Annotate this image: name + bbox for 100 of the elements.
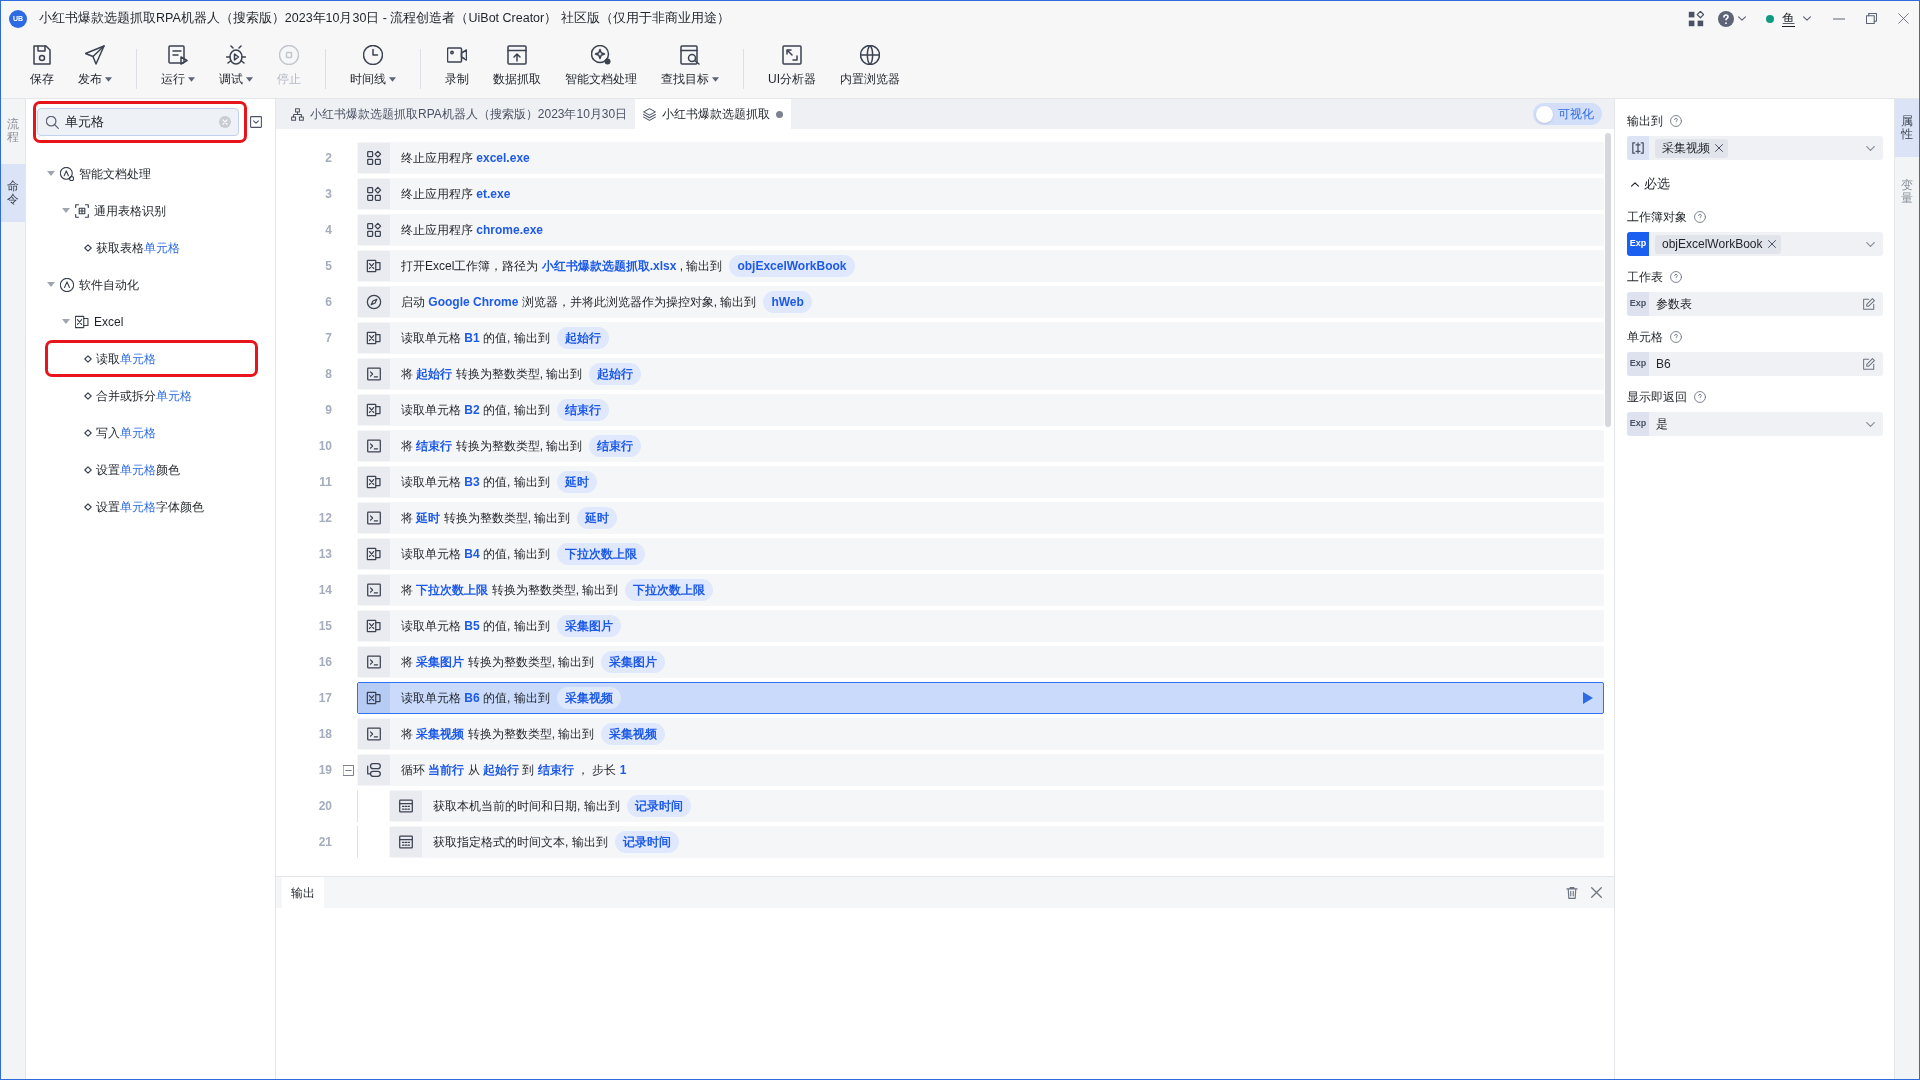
debug-button[interactable]: 调试 (207, 45, 265, 87)
command-row[interactable]: 获取指定格式的时间文本, 输出到 记录时间 (389, 826, 1604, 858)
tree-item[interactable]: 智能文档处理 (26, 155, 275, 192)
command-row[interactable]: 将 延时 转换为整数类型, 输出到 延时 (357, 502, 1604, 534)
field-value: 参数表 (1656, 296, 1692, 313)
help-icon[interactable] (1694, 211, 1706, 223)
side-tab[interactable]: 属性 (1895, 99, 1919, 157)
document-button[interactable]: 智能文档处理 (553, 45, 649, 87)
command-row[interactable]: 终止应用程序 chrome.exe (357, 214, 1604, 246)
select-field[interactable]: Exp objExcelWorkBook (1627, 232, 1883, 256)
command-row[interactable]: 将 结束行 转换为整数类型, 输出到 结束行 (357, 430, 1604, 462)
command-row[interactable]: 读取单元格 B5 的值, 输出到 采集图片 (357, 610, 1604, 642)
command-row[interactable]: 终止应用程序 et.exe (357, 178, 1604, 210)
save-button[interactable]: 保存 (18, 45, 66, 87)
user-menu-button[interactable]: 鱼 (1766, 8, 1811, 29)
command-row[interactable]: 终止应用程序 excel.exe (357, 142, 1604, 174)
section-header[interactable]: 必选 (1627, 174, 1670, 194)
tree-item[interactable]: 读取单元格 (45, 340, 258, 377)
editor-tab[interactable]: 小红书爆款选题抓取 (635, 99, 792, 129)
command-row[interactable]: 循环 当前行 从 起始行 到 结束行 ， 步长 1 (357, 754, 1604, 786)
close-icon (1897, 13, 1909, 24)
tree-item[interactable]: 合并或拆分单元格 (45, 377, 258, 414)
edit-icon[interactable] (1863, 358, 1875, 370)
trash-icon[interactable] (1566, 886, 1578, 899)
chevron-box-icon[interactable] (250, 116, 262, 128)
command-row[interactable]: 读取单元格 B6 的值, 输出到 采集视频 (357, 682, 1604, 714)
tree-item[interactable]: 写入单元格 (45, 414, 258, 451)
variable-tag: 结束行 (556, 399, 609, 421)
variable-select-field[interactable]: 采集视频 (1627, 136, 1883, 160)
scrollbar[interactable] (1605, 133, 1611, 427)
visual-toggle[interactable]: 可视化 (1533, 103, 1602, 125)
caret-down-icon (188, 76, 195, 82)
chevron-down-icon[interactable] (1866, 421, 1875, 427)
command-text: 启动 Google Chrome 浏览器，并将此浏览器作为操控对象, 输出到 (401, 294, 757, 311)
caret-down-icon (47, 171, 55, 176)
field-label: 工作表 (1627, 269, 1663, 286)
tree-item[interactable]: 设置单元格颜色 (45, 451, 258, 488)
browser-button[interactable]: 内置浏览器 (828, 45, 912, 87)
chevron-down-icon[interactable] (1866, 145, 1875, 151)
tree-item[interactable]: 软件自动化 (26, 266, 275, 303)
editor-tab[interactable]: 小红书爆款选题抓取RPA机器人（搜索版）2023年10月30日 (283, 99, 636, 129)
help-icon[interactable] (1670, 115, 1682, 127)
x-icon[interactable] (1715, 144, 1723, 152)
text-field[interactable]: Exp B6 (1627, 352, 1883, 376)
command-row[interactable]: 获取本机当前的时间和日期, 输出到 记录时间 (389, 790, 1604, 822)
help-menu-button[interactable] (1718, 10, 1746, 27)
command-row[interactable]: 启动 Google Chrome 浏览器，并将此浏览器作为操控对象, 输出到 hWeb (357, 286, 1604, 318)
edit-icon[interactable] (1863, 298, 1875, 310)
variable-tag: 下拉次数上限 (556, 543, 645, 565)
side-tab[interactable]: 命令 (1, 164, 25, 222)
exp-badge[interactable]: Exp (1627, 352, 1649, 376)
command-row[interactable]: 读取单元格 B2 的值, 输出到 结束行 (357, 394, 1604, 426)
command-row[interactable]: 将 下拉次数上限 转换为整数类型, 输出到 下拉次数上限 (357, 574, 1604, 606)
play-icon[interactable] (1583, 692, 1593, 704)
x-icon[interactable] (1767, 240, 1776, 248)
help-icon[interactable] (1670, 331, 1682, 343)
command-row[interactable]: 读取单元格 B3 的值, 输出到 延时 (357, 466, 1604, 498)
panel-tab[interactable]: 输出 (282, 877, 324, 908)
table-frame-icon (75, 203, 89, 218)
tree-item[interactable]: Excel (26, 303, 275, 340)
variable-tag: 采集图片 (601, 651, 666, 673)
line-number: 7 (324, 330, 333, 347)
run-button[interactable]: 运行 (149, 45, 207, 87)
value-tag[interactable]: objExcelWorkBook (1655, 234, 1781, 254)
tree-item[interactable]: 设置单元格字体颜色 (45, 488, 258, 525)
publish-button[interactable]: 发布 (66, 45, 124, 87)
diamond-icon (84, 428, 92, 437)
timeline-button[interactable]: 时间线 (338, 45, 408, 87)
command-row[interactable]: 将 采集图片 转换为整数类型, 输出到 采集图片 (357, 646, 1604, 678)
tree-item[interactable]: 获取表格单元格 (45, 229, 258, 266)
exp-badge[interactable]: Exp (1627, 232, 1649, 256)
close-icon[interactable] (1591, 887, 1602, 898)
record-button[interactable]: 录制 (433, 45, 481, 87)
help-icon[interactable] (1694, 391, 1706, 403)
command-row[interactable]: 读取单元格 B1 的值, 输出到 起始行 (357, 322, 1604, 354)
command-row[interactable]: 将 起始行 转换为整数类型, 输出到 起始行 (357, 358, 1604, 390)
help-icon[interactable] (1670, 271, 1682, 283)
search-field[interactable]: 单元格 (37, 108, 239, 136)
text-field[interactable]: Exp 参数表 (1627, 292, 1883, 316)
command-row[interactable]: 打开Excel工作簿，路径为 小红书爆款选题抓取.xlsx , 输出到 objExcelWorkBook (357, 250, 1604, 282)
line-number: 2 (324, 150, 333, 167)
find-button[interactable]: 查找目标 (649, 45, 731, 87)
spreadsheet-icon (358, 467, 390, 497)
value-tag[interactable]: 采集视频 (1655, 138, 1728, 158)
scrape-button[interactable]: 数据抓取 (481, 45, 553, 87)
collapse-icon[interactable] (343, 764, 354, 776)
line-number: 6 (324, 294, 333, 311)
paper-plane-icon (85, 45, 105, 65)
exp-badge[interactable]: Exp (1627, 292, 1649, 316)
exp-badge[interactable]: Exp (1627, 412, 1649, 436)
ui-analyzer-button[interactable]: UI分析器 (756, 45, 828, 87)
command-text: 获取本机当前的时间和日期, 输出到 (433, 798, 620, 815)
globe-icon (860, 45, 880, 65)
select-field[interactable]: Exp 是 (1627, 412, 1883, 436)
terminal-icon (358, 575, 390, 605)
command-row[interactable]: 将 采集视频 转换为整数类型, 输出到 采集视频 (357, 718, 1604, 750)
command-row[interactable]: 读取单元格 B4 的值, 输出到 下拉次数上限 (357, 538, 1604, 570)
chevron-down-icon[interactable] (1866, 241, 1875, 247)
apps-icon[interactable] (1688, 10, 1704, 27)
tree-item[interactable]: 通用表格识别 (26, 192, 275, 229)
